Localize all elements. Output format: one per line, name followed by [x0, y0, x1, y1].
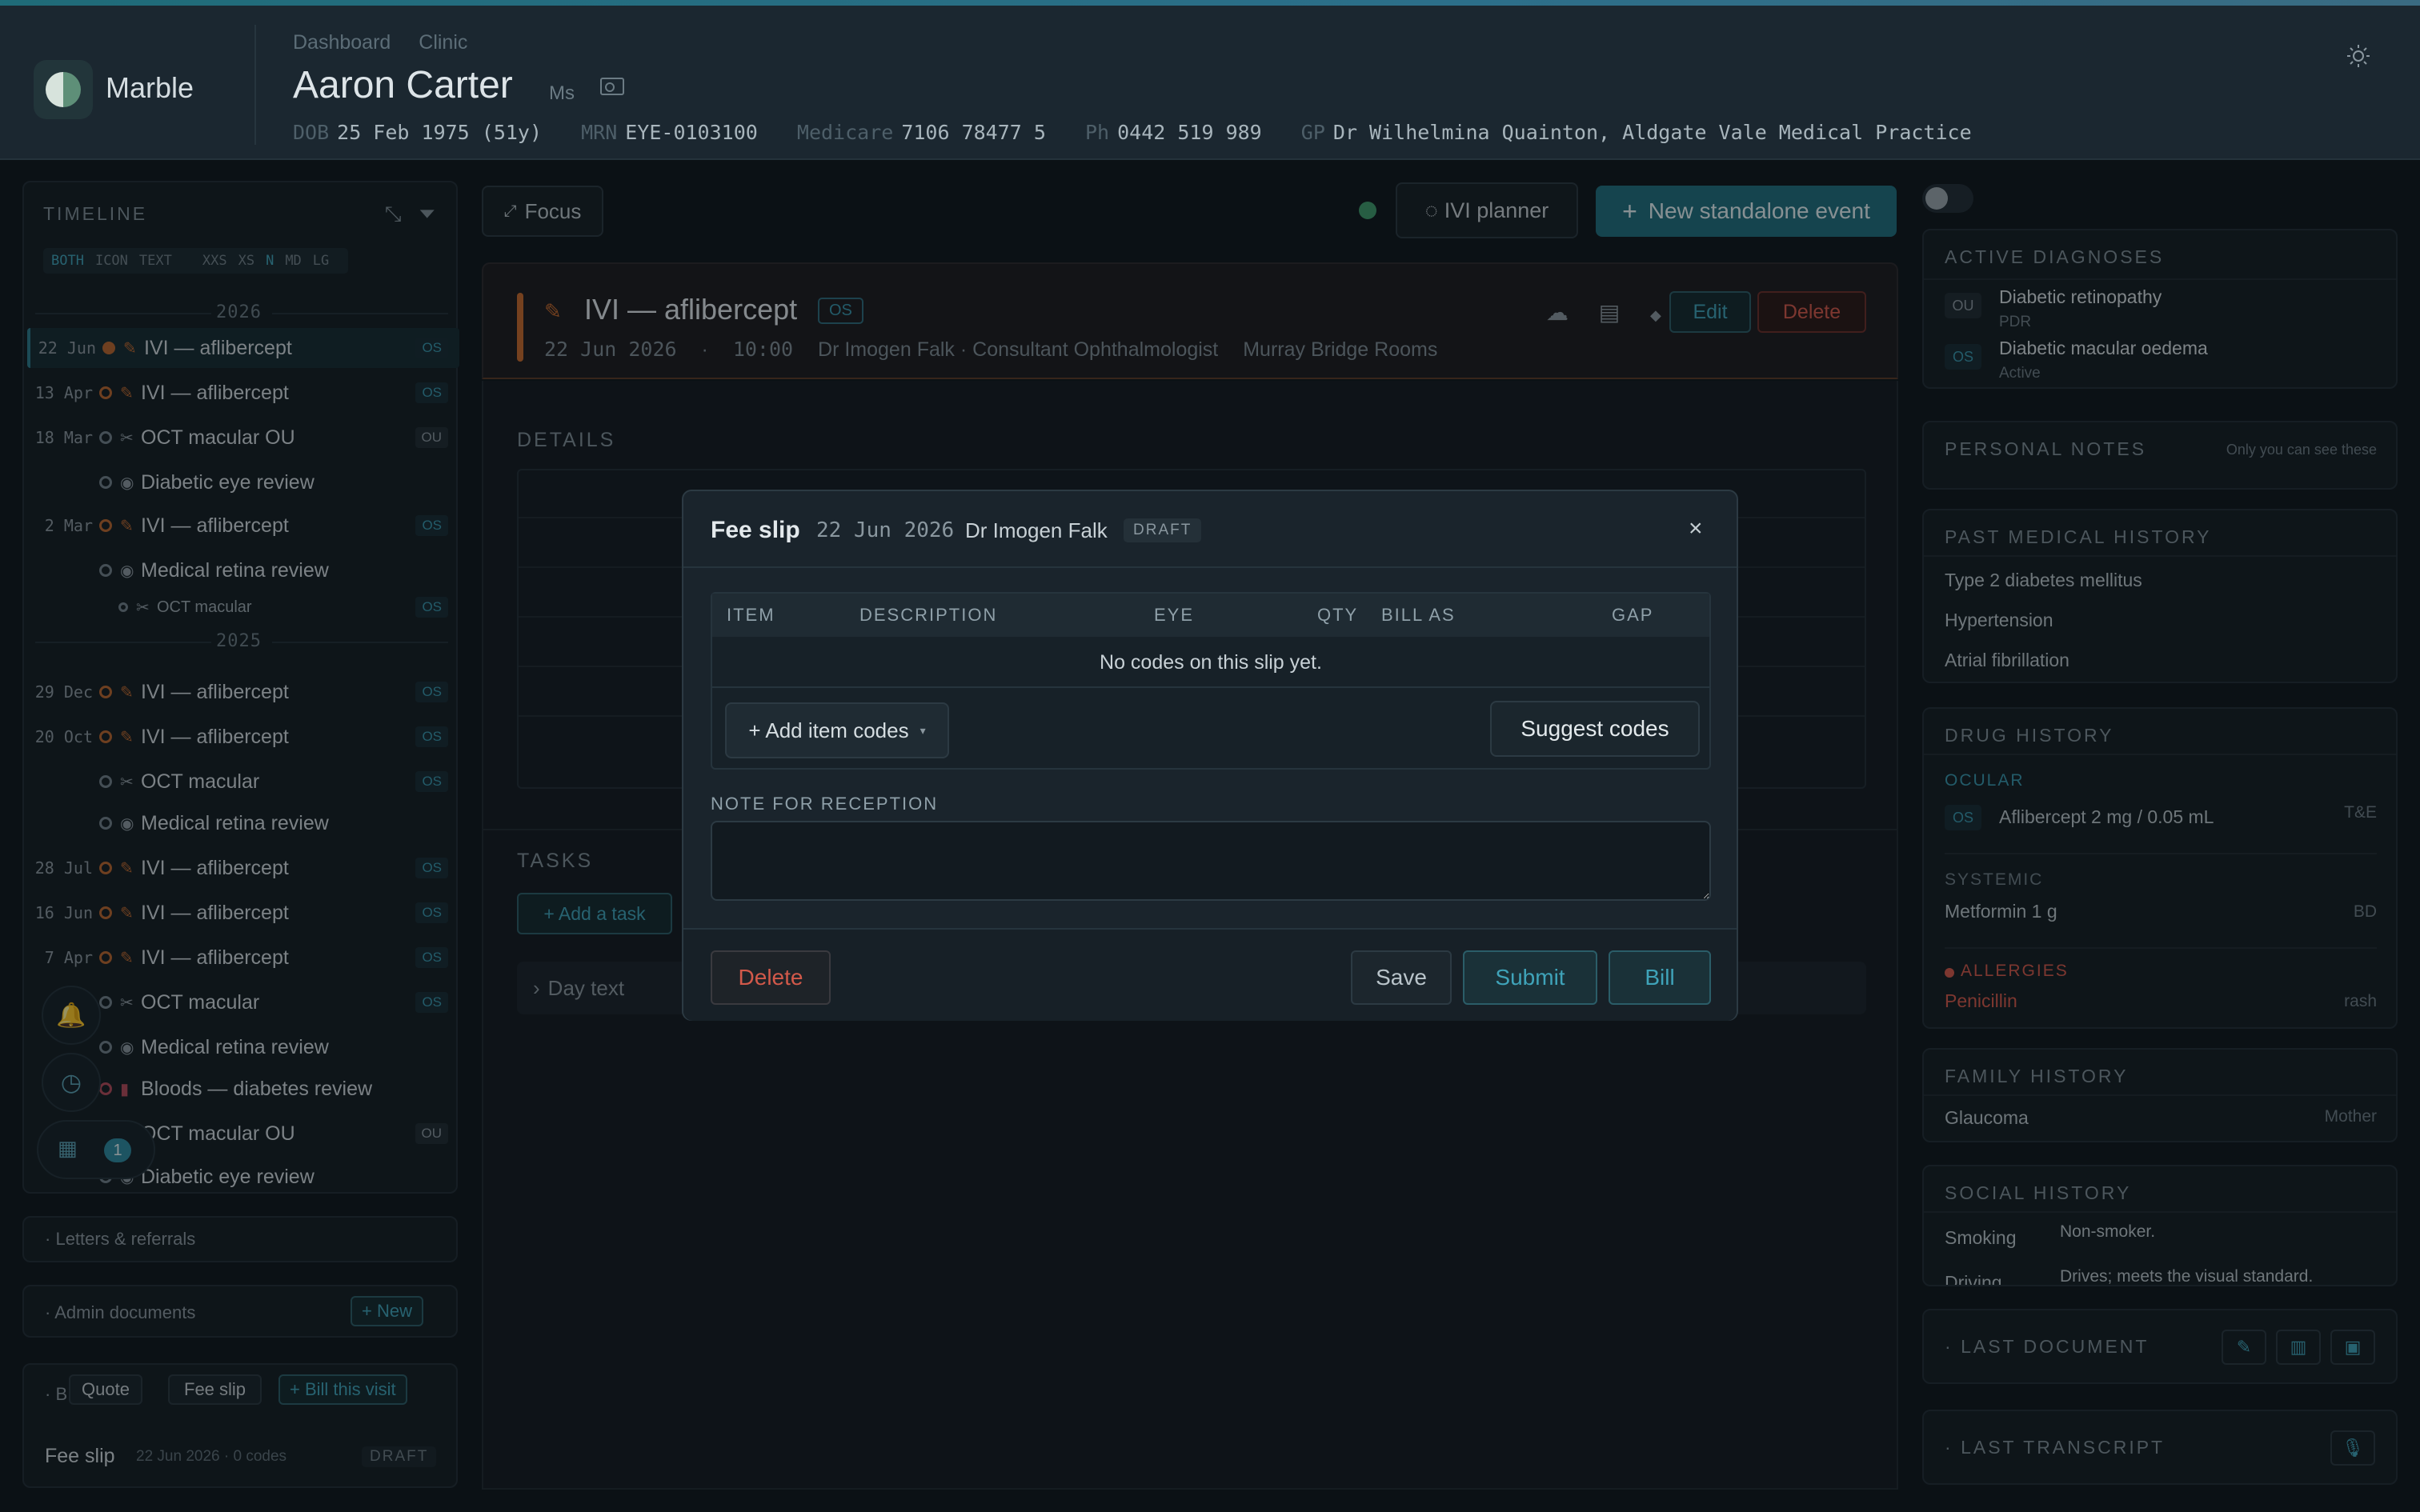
save-button[interactable]: Save — [1351, 950, 1452, 1005]
dialog-doctor: Dr Imogen Falk — [965, 518, 1108, 542]
table-divider — [712, 686, 1709, 688]
col-eye: EYE — [1154, 605, 1195, 625]
mrn-label: MRN — [581, 121, 618, 144]
header-divider — [254, 25, 256, 145]
brand-name: Marble — [106, 71, 194, 104]
note-for-reception-input[interactable] — [711, 821, 1711, 901]
col-item: ITEM — [727, 605, 775, 625]
theme-sun-icon[interactable] — [2346, 44, 2370, 68]
breadcrumb-clinic[interactable]: Clinic — [419, 31, 467, 54]
table-header: ITEM DESCRIPTION EYE QTY BILL AS GAP — [712, 594, 1709, 637]
dialog-title: Fee slip — [711, 517, 800, 543]
breadcrumb: Dashboard Clinic — [293, 31, 490, 54]
id-card-icon[interactable] — [600, 78, 624, 95]
empty-state: No codes on this slip yet. — [1100, 651, 1322, 674]
col-qty: QTY — [1317, 605, 1359, 625]
mrn-value: EYE-0103100 — [625, 121, 758, 144]
add-item-codes-label: + Add item codes — [748, 718, 909, 742]
col-description: DESCRIPTION — [859, 605, 998, 625]
logo-icon — [46, 72, 81, 107]
app-logo[interactable] — [34, 60, 93, 119]
gp-value: Dr Wilhelmina Quainton, Aldgate Vale Med… — [1332, 121, 1972, 144]
patient-name: Aaron Carter — [293, 64, 513, 106]
dialog-divider — [683, 566, 1737, 568]
close-icon[interactable]: × — [1689, 515, 1703, 542]
delete-slip-button[interactable]: Delete — [711, 950, 831, 1005]
suggest-codes-button[interactable]: Suggest codes — [1490, 701, 1700, 757]
dob-label: DOB — [293, 121, 330, 144]
phone-label: Ph — [1085, 121, 1110, 144]
col-gap: GAP — [1612, 605, 1654, 625]
bill-button[interactable]: Bill — [1609, 950, 1711, 1005]
col-bill-as: BILL AS — [1381, 605, 1456, 625]
patient-demographics: DOB 25 Feb 1975 (51y) MRN EYE-0103100 Medi… — [293, 121, 1999, 144]
chevron-down-icon: ▾ — [920, 723, 926, 737]
add-item-codes-button[interactable]: + Add item codes ▾ — [725, 702, 949, 758]
patient-title: Ms — [549, 82, 575, 104]
top-accent-bar — [0, 0, 2420, 6]
note-label: NOTE FOR RECEPTION — [711, 794, 939, 814]
dialog-date: 22 Jun 2026 — [816, 518, 955, 542]
fee-slip-dialog: Fee slip 22 Jun 2026 Dr Imogen Falk DRAF… — [682, 490, 1738, 1021]
dialog-status-badge: DRAFT — [1124, 518, 1202, 542]
patient-header: Marble Dashboard Clinic Aaron Carter Ms … — [0, 6, 2420, 160]
medicare-value: 7106 78477 5 — [901, 121, 1046, 144]
submit-button[interactable]: Submit — [1463, 950, 1597, 1005]
medicare-label: Medicare — [796, 121, 894, 144]
dialog-footer: Delete Save Submit Bill — [683, 928, 1737, 1021]
breadcrumb-dashboard[interactable]: Dashboard — [293, 31, 391, 54]
gp-label: GP — [1300, 121, 1325, 144]
phone-value: 0442 519 989 — [1117, 121, 1262, 144]
dob-value: 25 Feb 1975 (51y) — [337, 121, 543, 144]
fee-items-table: ITEM DESCRIPTION EYE QTY BILL AS GAP No … — [711, 592, 1711, 770]
